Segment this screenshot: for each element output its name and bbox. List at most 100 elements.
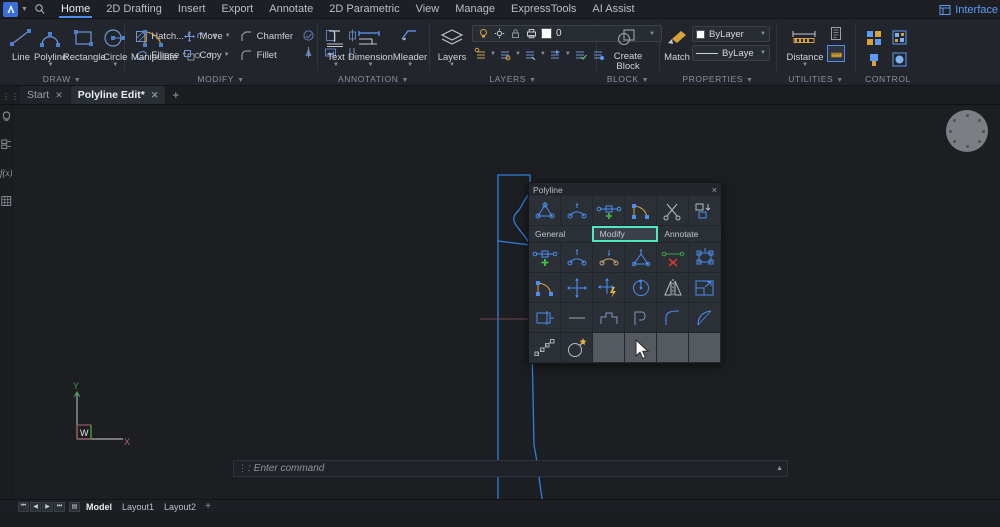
search-icon[interactable] — [34, 3, 46, 15]
layers-button[interactable]: Layers ▼ — [436, 21, 468, 68]
create-block-button[interactable]: Create Block — [604, 21, 652, 72]
settings-grid-icon[interactable] — [890, 29, 910, 47]
dimension-chevron-down-icon[interactable]: ▼ — [367, 63, 373, 68]
nav-prev-icon[interactable]: ◀ — [30, 502, 41, 512]
trim-icon[interactable] — [300, 28, 317, 43]
layer-isolate-chevron-icon[interactable]: ▼ — [540, 51, 546, 57]
tool-move-cross[interactable] — [561, 273, 593, 303]
menu-item-insert[interactable]: Insert — [170, 0, 214, 19]
draw-rectangle-button[interactable]: Rectangle — [67, 21, 101, 63]
tool-hook-curve[interactable] — [625, 303, 657, 333]
tool-step-profile[interactable] — [593, 303, 625, 333]
modify-move-button[interactable]: Move ▼ — [181, 28, 230, 44]
add-layout-button[interactable]: + — [201, 501, 215, 512]
nav-last-icon[interactable]: ⏭ — [54, 502, 65, 512]
layer-merge-chevron-icon[interactable]: ▼ — [565, 51, 571, 57]
panel-tab-modify[interactable]: Modify — [592, 226, 659, 242]
tool-arc-polyline[interactable] — [529, 273, 561, 303]
tool-rotate[interactable] — [625, 273, 657, 303]
annotation-text-button[interactable]: Text ▼ — [324, 21, 348, 68]
panel-tab-general[interactable]: General — [529, 226, 592, 242]
tool-divide-points[interactable] — [529, 333, 561, 363]
layer-merge-icon[interactable] — [547, 46, 564, 61]
nav-first-icon[interactable]: ⏮ — [18, 502, 29, 512]
menu-item-annotate[interactable]: Annotate — [261, 0, 321, 19]
nav-next-icon[interactable]: ▶ — [42, 502, 53, 512]
layer-states-chevron-icon[interactable]: ▼ — [490, 51, 496, 57]
close-icon[interactable]: × — [712, 185, 717, 195]
menu-item-export[interactable]: Export — [213, 0, 261, 19]
panel-expand-chevron-icon[interactable]: ▼ — [529, 77, 537, 84]
panel-tab-annotate[interactable]: Annotate — [658, 226, 721, 242]
color-chevron-down-icon[interactable]: ▼ — [760, 31, 766, 37]
customize-ui-icon[interactable] — [864, 29, 884, 47]
tool-vertex-arc-up[interactable] — [561, 243, 593, 273]
distance-chevron-down-icon[interactable]: ▼ — [802, 63, 808, 68]
layer-set-current-icon[interactable] — [572, 46, 589, 61]
text-chevron-down-icon[interactable]: ▼ — [333, 63, 339, 68]
draw-line-button[interactable]: Line — [8, 21, 34, 63]
menu-item-manage[interactable]: Manage — [447, 0, 503, 19]
close-icon[interactable]: ✕ — [151, 90, 159, 101]
status-tab-model[interactable]: Model — [81, 502, 117, 512]
tool-copy-offset[interactable] — [689, 196, 721, 226]
tool-stretch[interactable] — [529, 303, 561, 333]
properties-panel-icon[interactable] — [1, 139, 12, 154]
tool-circle-star[interactable] — [561, 333, 593, 363]
tool-quarter-arc[interactable] — [657, 303, 689, 333]
tool-move-lightning[interactable] — [593, 273, 625, 303]
measure-tool-icon[interactable] — [827, 45, 845, 62]
tool-arc-segment[interactable] — [625, 196, 657, 226]
tool-add-vertex-triangle[interactable] — [529, 196, 561, 226]
tool-line-segment[interactable] — [561, 303, 593, 333]
status-tab-layout1[interactable]: Layout1 — [117, 502, 159, 512]
interface-switcher[interactable]: Interface — [939, 0, 1000, 19]
modify-fillet-button[interactable]: Fillet — [239, 47, 293, 63]
color-property-dropdown[interactable]: ByLayer ▼ — [692, 26, 770, 42]
annotation-dimension-button[interactable]: Dimension ▼ — [348, 21, 393, 68]
panel-expand-chevron-icon[interactable]: ▼ — [401, 77, 409, 84]
polyline-floating-panel[interactable]: Polyline × — [528, 182, 722, 364]
command-line[interactable]: ⋮ : Enter command ▲ — [233, 460, 788, 477]
document-tab-start[interactable]: Start ✕ — [20, 86, 70, 104]
tool-mirror[interactable] — [657, 273, 689, 303]
command-input-placeholder[interactable]: Enter command — [254, 463, 325, 474]
match-properties-button[interactable]: Match — [664, 21, 690, 63]
linetype-chevron-down-icon[interactable]: ▼ — [760, 50, 766, 56]
panel-expand-chevron-icon[interactable]: ▼ — [74, 77, 82, 84]
layer-freeze-icon[interactable] — [497, 46, 514, 61]
menu-item-view[interactable]: View — [408, 0, 448, 19]
status-tab-layout2[interactable]: Layout2 — [159, 502, 201, 512]
annotation-mleader-button[interactable]: Mleader ▼ — [393, 21, 427, 68]
distance-button[interactable]: Distance ▼ — [783, 21, 827, 68]
plugin-icon[interactable] — [864, 51, 884, 69]
layer-isolate-icon[interactable] — [522, 46, 539, 61]
panel-expand-chevron-icon[interactable]: ▼ — [746, 77, 754, 84]
function-fx-icon[interactable]: f(x) — [0, 167, 12, 182]
tool-scissors-break[interactable] — [657, 196, 689, 226]
lightbulb-icon[interactable] — [1, 111, 12, 126]
drawing-canvas[interactable]: W Y X Polyline × — [13, 105, 1000, 499]
layers-chevron-down-icon[interactable]: ▼ — [449, 63, 455, 68]
close-icon[interactable]: ✕ — [55, 90, 63, 101]
modify-manipulate-button[interactable]: Manipulate — [131, 21, 177, 63]
layer-on-lightbulb-icon[interactable] — [475, 26, 491, 42]
tool-add-vertex-arc[interactable] — [561, 196, 593, 226]
circle-dropdown-chevron-icon[interactable]: ▼ — [112, 63, 118, 68]
linetype-property-dropdown[interactable]: ByLaye ▼ — [692, 45, 770, 61]
mleader-chevron-down-icon[interactable]: ▼ — [407, 63, 413, 68]
tool-rectangle-vertices[interactable] — [689, 243, 721, 273]
modify-copy-button[interactable]: Copy ▼ — [181, 47, 230, 63]
menu-item-2d-drafting[interactable]: 2D Drafting — [98, 0, 170, 19]
tool-vertex-arc-down[interactable] — [593, 243, 625, 273]
mirror-icon[interactable] — [300, 45, 317, 60]
table-sheet-icon[interactable] — [1, 195, 12, 210]
copy-chevron-down-icon[interactable]: ▼ — [224, 52, 230, 58]
panel-expand-chevron-icon[interactable]: ▼ — [836, 77, 844, 84]
tool-insert-vertex-plus[interactable] — [593, 196, 625, 226]
command-expand-chevron-up-icon[interactable]: ▲ — [776, 465, 783, 472]
layer-color-swatch[interactable] — [541, 28, 552, 39]
layer-states-icon[interactable] — [472, 46, 489, 61]
app-menu-chevron-down-icon[interactable]: ▼ — [21, 6, 28, 13]
tool-vertex-triangle[interactable] — [625, 243, 657, 273]
